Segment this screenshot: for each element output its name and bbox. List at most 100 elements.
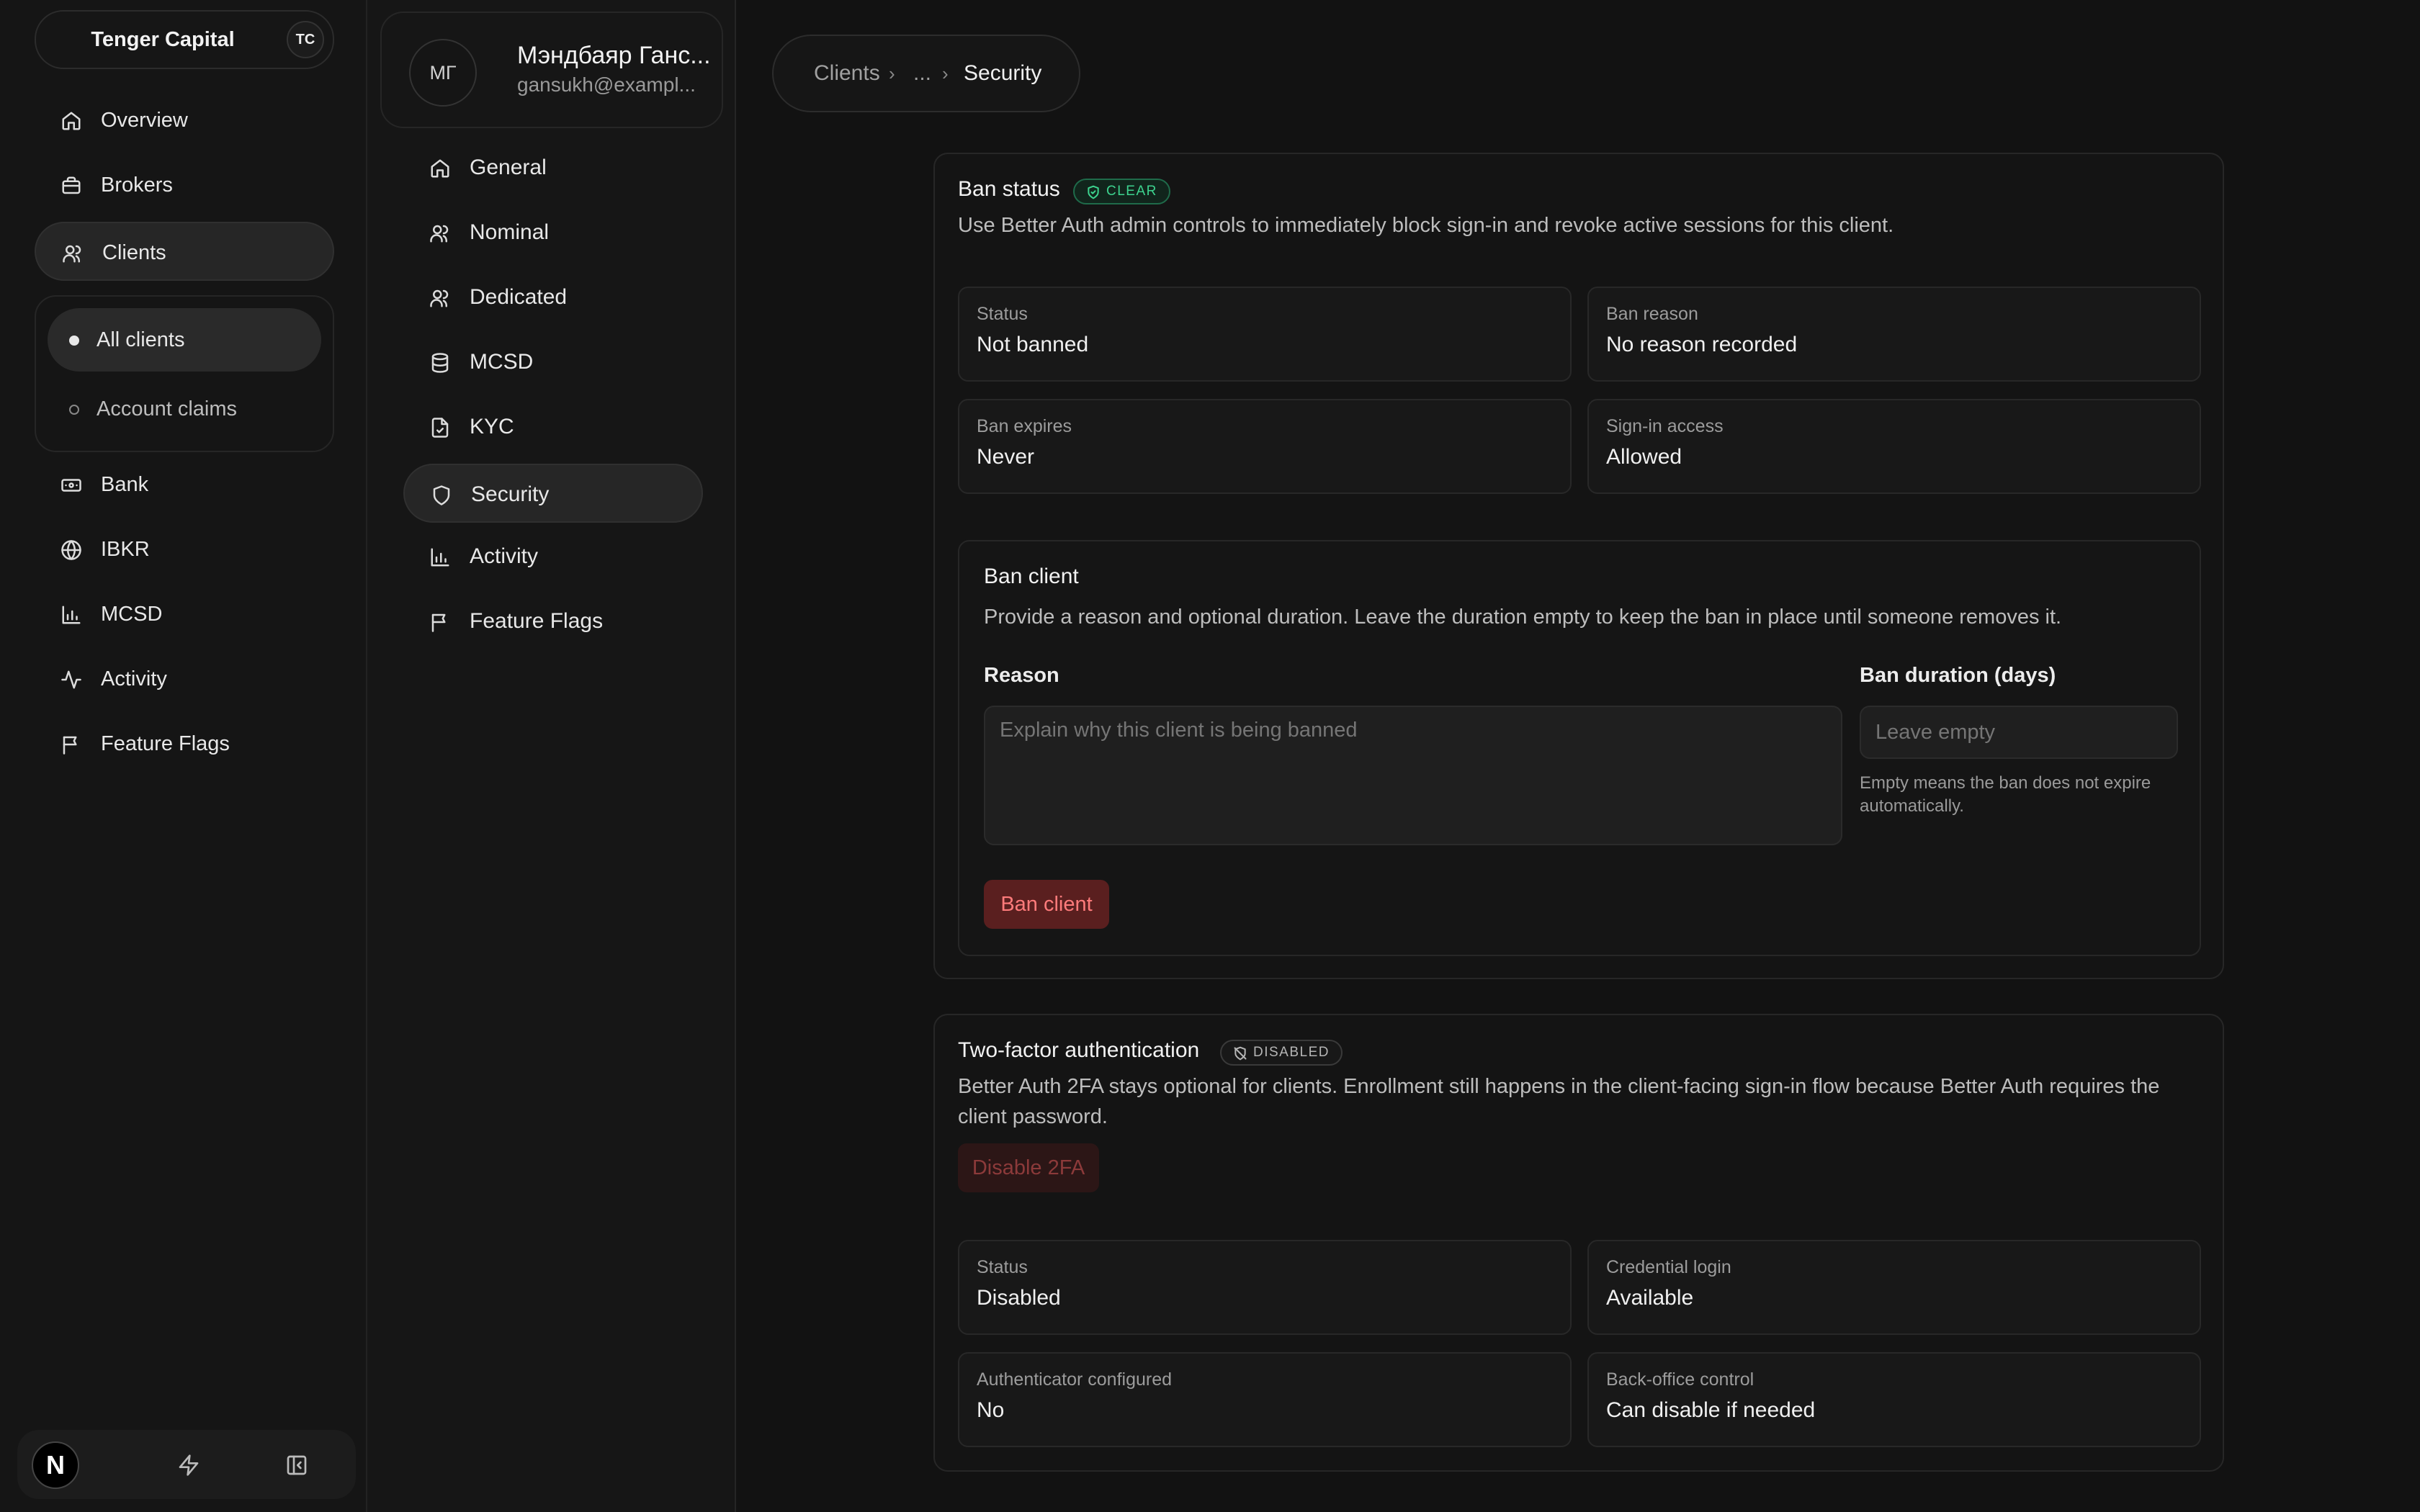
- sidebar-item-brokers[interactable]: Brokers: [35, 156, 334, 215]
- activity-icon: [61, 670, 81, 689]
- info-tile-sign-in-access: Sign-in access Allowed: [1587, 399, 2201, 494]
- client-nav-label: KYC: [470, 415, 514, 438]
- users-icon: [430, 289, 449, 307]
- client-nav-activity[interactable]: Activity: [403, 527, 703, 586]
- zap-icon[interactable]: [177, 1454, 200, 1477]
- users-icon: [63, 245, 81, 263]
- collapse-sidebar-icon[interactable]: [285, 1454, 308, 1477]
- status-badge: CLEAR: [1073, 179, 1170, 204]
- reason-label: Reason: [984, 664, 1059, 687]
- info-tile-status: Status Not banned: [958, 287, 1572, 382]
- status-badge: DISABLED: [1220, 1040, 1343, 1066]
- client-nav-label: Nominal: [470, 220, 550, 244]
- breadcrumb-ellipsis[interactable]: ...: [913, 36, 931, 111]
- ban-client-title: Ban client: [984, 564, 1079, 588]
- two-factor-description: Better Auth 2FA stays optional for clien…: [958, 1075, 2160, 1128]
- client-nav-feature-flags[interactable]: Feature Flags: [403, 592, 703, 651]
- breadcrumb: Clients › ... › Security: [772, 35, 1080, 112]
- bar-chart-icon: [431, 548, 449, 567]
- globe-icon: [61, 540, 81, 560]
- status-badge-label: DISABLED: [1253, 1045, 1330, 1060]
- client-nav-general[interactable]: General: [403, 138, 703, 197]
- info-label: Status: [977, 1257, 1028, 1277]
- org-avatar: TC: [287, 21, 324, 58]
- chevron-right-icon: ›: [889, 63, 895, 84]
- sidebar-item-overview[interactable]: Overview: [35, 91, 334, 150]
- bullet-icon: [69, 405, 79, 415]
- sidebar-item-label: Brokers: [101, 174, 173, 197]
- banknote-icon: [61, 479, 81, 492]
- info-tile-back-office: Back-office control Can disable if neede…: [1587, 1352, 2201, 1447]
- info-value: Can disable if needed: [1606, 1398, 1816, 1422]
- info-label: Ban reason: [1606, 304, 1698, 324]
- sidebar-item-bank[interactable]: Bank: [35, 455, 334, 514]
- sidebar-item-label: Overview: [101, 109, 188, 132]
- info-tile-authenticator: Authenticator configured No: [958, 1352, 1572, 1447]
- client-name: Мэндбаяр Ганс...: [517, 42, 711, 69]
- client-email: gansukh@exampl...: [517, 73, 696, 96]
- sidebar-item-mcsd[interactable]: MCSD: [35, 585, 334, 644]
- flag-icon: [431, 613, 446, 632]
- info-value: No reason recorded: [1606, 333, 1798, 356]
- duration-input[interactable]: [1860, 706, 2178, 759]
- info-label: Sign-in access: [1606, 416, 1724, 436]
- org-switcher[interactable]: Tenger Capital TC: [35, 10, 334, 69]
- status-badge-label: CLEAR: [1106, 184, 1157, 199]
- ban-client-button[interactable]: Ban client: [984, 880, 1109, 929]
- sidebar-item-feature-flags[interactable]: Feature Flags: [35, 714, 334, 773]
- shield-icon: [433, 485, 450, 505]
- client-nav-label: Security: [471, 482, 550, 506]
- app-logo[interactable]: N: [32, 1441, 79, 1489]
- ban-client-description: Provide a reason and optional duration. …: [984, 606, 2062, 629]
- client-nav-kyc[interactable]: KYC: [403, 397, 703, 456]
- ban-client-form: Ban client Provide a reason and optional…: [958, 540, 2201, 956]
- info-label: Ban expires: [977, 416, 1072, 436]
- sidebar-item-label: Clients: [102, 241, 166, 264]
- users-icon: [430, 225, 449, 243]
- subnav-item-account-claims[interactable]: Account claims: [48, 377, 321, 441]
- info-value: Not banned: [977, 333, 1089, 356]
- flag-icon: [63, 736, 77, 755]
- main-sidebar: Tenger Capital TC Overview Brokers Clien…: [0, 0, 367, 1512]
- client-nav-security[interactable]: Security: [403, 464, 703, 523]
- info-value: Available: [1606, 1286, 1694, 1310]
- client-nav-label: MCSD: [470, 350, 534, 374]
- client-nav-label: Dedicated: [470, 285, 568, 309]
- sidebar-item-label: MCSD: [101, 603, 163, 626]
- breadcrumb-clients[interactable]: Clients: [814, 36, 880, 111]
- info-label: Authenticator configured: [977, 1369, 1173, 1390]
- ban-status-description: Use Better Auth admin controls to immedi…: [958, 214, 1894, 237]
- breadcrumb-current: Security: [964, 61, 1042, 85]
- info-value: Never: [977, 445, 1035, 469]
- info-value: Disabled: [977, 1286, 1061, 1310]
- clients-subnav: All clients Account claims: [35, 295, 334, 452]
- client-nav-dedicated[interactable]: Dedicated: [403, 268, 703, 327]
- ban-status-title: Ban status: [958, 177, 1060, 201]
- client-header: МГ Мэндбаяр Ганс... gansukh@exampl...: [380, 12, 723, 128]
- client-nav-mcsd[interactable]: MCSD: [403, 333, 703, 392]
- sidebar-item-ibkr[interactable]: IBKR: [35, 520, 334, 579]
- sidebar-item-activity[interactable]: Activity: [35, 649, 334, 708]
- home-icon: [62, 112, 81, 130]
- two-factor-card: Two-factor authentication DISABLED Bette…: [933, 1014, 2224, 1472]
- info-label: Back-office control: [1606, 1369, 1754, 1390]
- info-value: No: [977, 1398, 1005, 1422]
- org-name: Tenger Capital: [91, 28, 235, 51]
- client-nav-nominal[interactable]: Nominal: [403, 203, 703, 262]
- info-tile-ban-reason: Ban reason No reason recorded: [1587, 287, 2201, 382]
- sidebar-item-clients[interactable]: Clients: [35, 222, 334, 281]
- database-icon: [431, 353, 449, 373]
- duration-help: Empty means the ban does not expire auto…: [1860, 773, 2151, 816]
- disable-2fa-button[interactable]: Disable 2FA: [958, 1143, 1099, 1192]
- home-icon: [431, 159, 449, 178]
- shield-off-icon: [1234, 1046, 1247, 1061]
- sidebar-item-label: IBKR: [101, 538, 150, 561]
- bullet-icon: [69, 336, 79, 346]
- two-factor-title: Two-factor authentication: [958, 1038, 1200, 1062]
- reason-textarea[interactable]: [984, 706, 1842, 845]
- client-sidebar: МГ Мэндбаяр Ганс... gansukh@exampl... Ge…: [367, 0, 736, 1512]
- info-tile-credential-login: Credential login Available: [1587, 1240, 2201, 1335]
- bar-chart-icon: [62, 606, 81, 624]
- client-nav-label: Activity: [470, 544, 539, 568]
- subnav-item-all-clients[interactable]: All clients: [48, 308, 321, 372]
